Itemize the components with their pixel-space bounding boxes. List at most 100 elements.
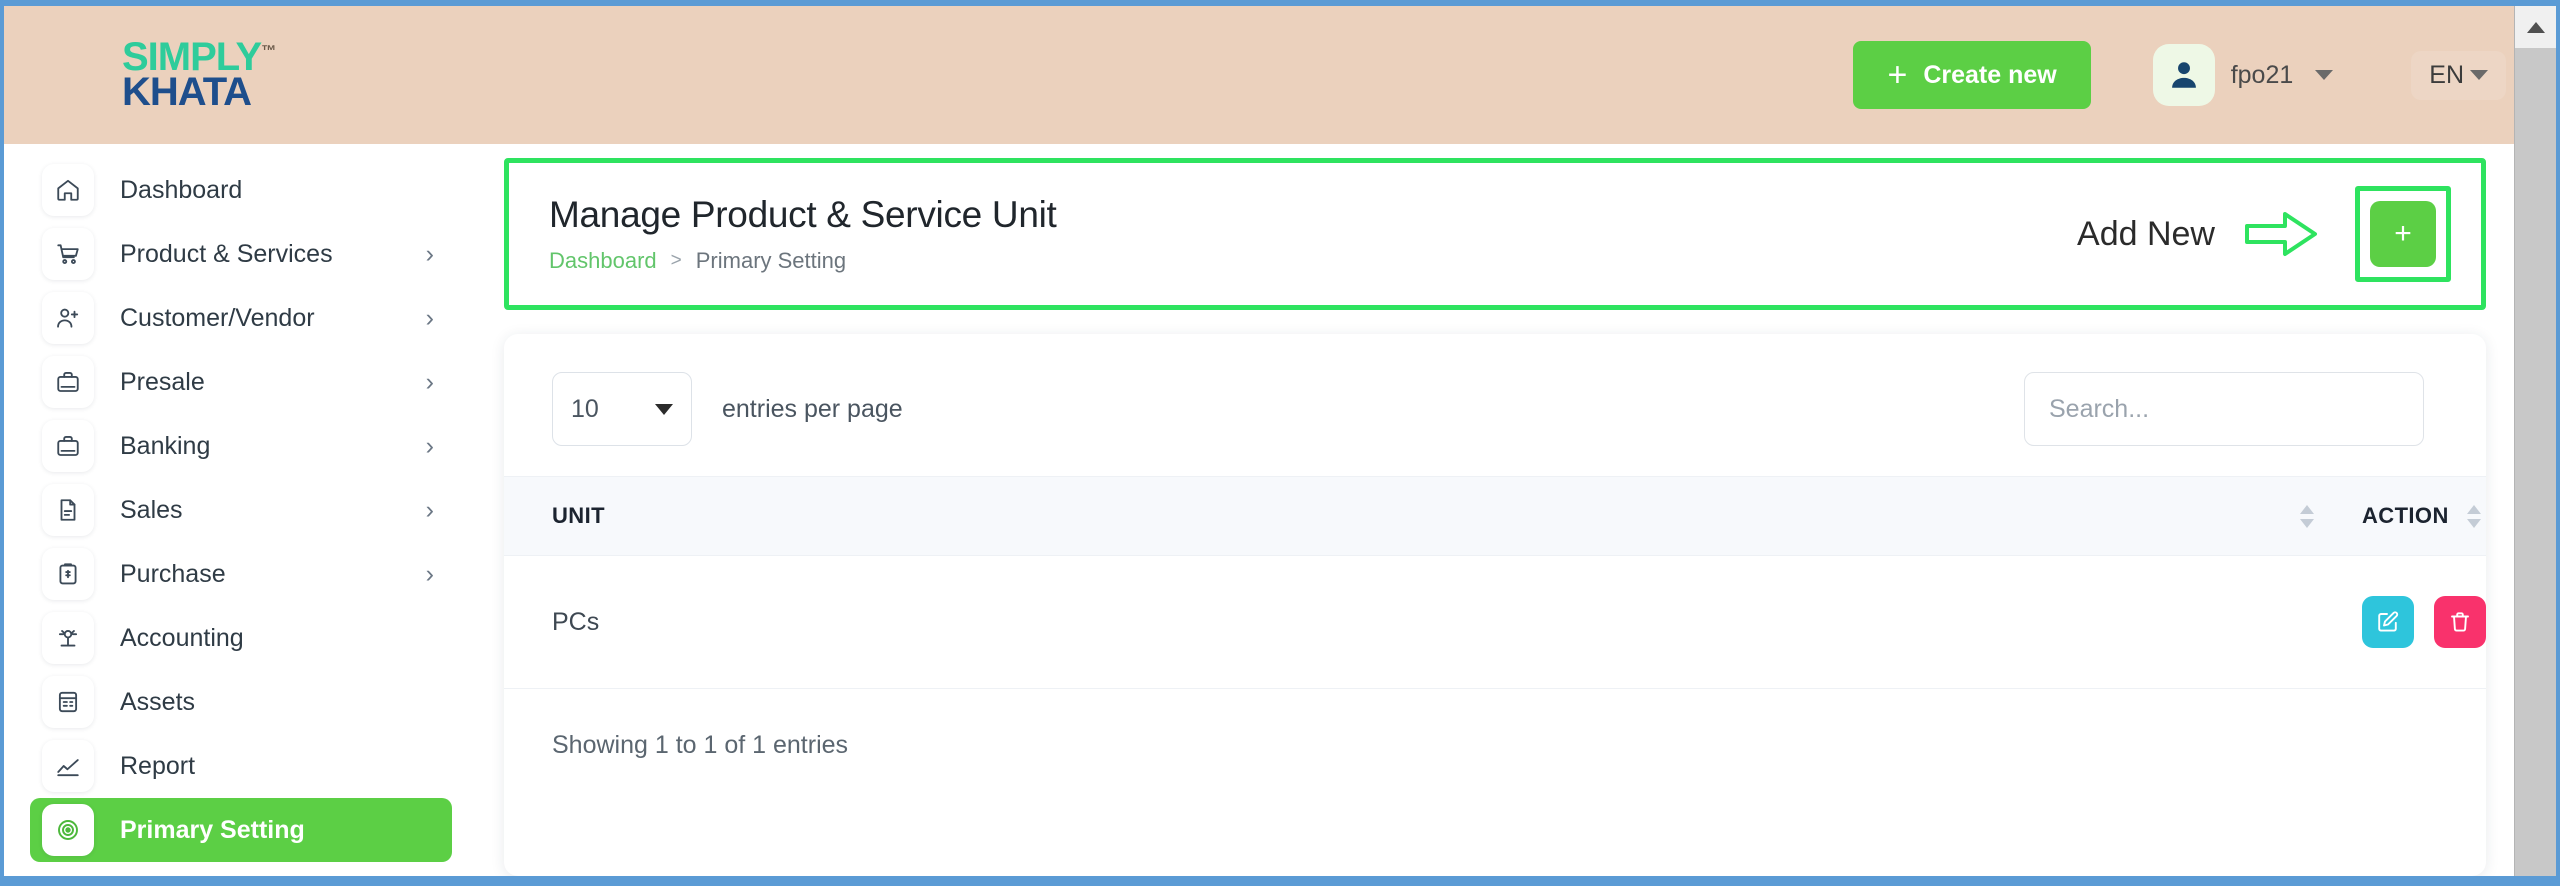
table-toolbar: 10 entries per page xyxy=(504,334,2486,476)
user-plus-icon xyxy=(42,292,94,344)
row-action-buttons xyxy=(2362,596,2486,648)
chevron-right-icon: › xyxy=(425,303,434,332)
sidebar-item-label: Presale xyxy=(120,367,205,396)
breadcrumb-separator-icon: > xyxy=(670,250,682,271)
plus-icon: + xyxy=(1887,56,1908,94)
page-header-annotation-box: Manage Product & Service Unit Dashboard … xyxy=(504,158,2486,310)
app-header: SIMPLY™ KHATA + Create new fpo21 EN xyxy=(4,6,2556,144)
entries-per-page-value: 10 xyxy=(571,394,599,423)
breadcrumb-dashboard-link[interactable]: Dashboard xyxy=(549,248,657,274)
sidebar-item-sales[interactable]: Sales › xyxy=(30,478,452,542)
column-header-action-label: ACTION xyxy=(2362,503,2449,528)
delete-row-button[interactable] xyxy=(2434,596,2486,648)
scale-icon xyxy=(42,612,94,664)
sidebar-item-dashboard[interactable]: Dashboard xyxy=(30,158,452,222)
sidebar-item-primary-setting[interactable]: Primary Setting xyxy=(30,798,452,862)
page-title: Manage Product & Service Unit xyxy=(549,194,1057,235)
entries-per-page-control: 10 entries per page xyxy=(552,372,903,446)
sidebar-item-label: Report xyxy=(120,751,196,780)
page-header-card: Manage Product & Service Unit Dashboard … xyxy=(509,163,2481,305)
chevron-right-icon: › xyxy=(425,239,434,268)
sidebar-item-accounting[interactable]: Accounting xyxy=(30,606,452,670)
sidebar-item-label: Accounting xyxy=(120,623,244,652)
cell-action xyxy=(2314,555,2486,689)
unit-table: UNIT ACTION PCs xyxy=(504,476,2486,689)
sidebar-item-customer-vendor[interactable]: Customer/Vendor › xyxy=(30,286,452,350)
brand-logo-khata: KHATA xyxy=(122,70,252,114)
chevron-right-icon: › xyxy=(425,559,434,588)
page-body: Dashboard Product & Services › Customer/… xyxy=(4,144,2556,876)
briefcase-icon xyxy=(42,420,94,472)
add-new-annotation-label: Add New xyxy=(2077,214,2215,253)
column-header-action-inner: ACTION xyxy=(2362,503,2486,529)
user-name-label: fpo21 xyxy=(2230,60,2294,89)
scroll-up-button[interactable] xyxy=(2515,6,2556,48)
page-scrollbar[interactable] xyxy=(2514,6,2556,876)
unit-table-head: UNIT ACTION xyxy=(504,476,2486,556)
cell-unit: PCs xyxy=(504,555,2314,689)
edit-icon xyxy=(2376,610,2400,634)
brand-logo-line1: SIMPLY™ xyxy=(122,37,454,77)
sidebar-item-banking[interactable]: Banking › xyxy=(30,414,452,478)
sidebar-item-product-services[interactable]: Product & Services › xyxy=(30,222,452,286)
column-header-unit[interactable]: UNIT xyxy=(504,476,2314,556)
main-content: Manage Product & Service Unit Dashboard … xyxy=(474,144,2556,876)
search-input[interactable] xyxy=(2024,372,2424,446)
sidebar-item-label: Dashboard xyxy=(120,175,243,204)
add-new-button[interactable]: + xyxy=(2370,201,2436,267)
book-icon xyxy=(42,676,94,728)
user-menu[interactable]: fpo21 xyxy=(2152,44,2334,106)
sidebar-item-label: Banking xyxy=(120,431,211,460)
column-header-unit-label: UNIT xyxy=(552,503,605,528)
table-entries-summary: Showing 1 to 1 of 1 entries xyxy=(552,731,849,759)
brand-logo[interactable]: SIMPLY™ KHATA xyxy=(4,37,454,114)
screenshot-frame: SIMPLY™ KHATA + Create new fpo21 EN Dash… xyxy=(0,0,2560,886)
delete-icon xyxy=(2448,610,2472,634)
breadcrumb-current: Primary Setting xyxy=(695,248,847,273)
chevron-right-icon: › xyxy=(425,495,434,524)
chevron-up-icon xyxy=(2526,21,2545,33)
unit-table-body: PCs xyxy=(504,555,2486,689)
sidebar-item-label: Primary Setting xyxy=(120,815,305,844)
chart-icon xyxy=(42,740,94,792)
sidebar-item-report[interactable]: Report xyxy=(30,734,452,798)
create-new-button[interactable]: + Create new xyxy=(1853,41,2091,109)
table-row: PCs xyxy=(504,555,2486,689)
browser-viewport: SIMPLY™ KHATA + Create new fpo21 EN Dash… xyxy=(4,6,2556,876)
breadcrumb: Dashboard > Primary Setting xyxy=(549,248,1057,274)
sidebar-item-purchase[interactable]: Purchase › xyxy=(30,542,452,606)
add-button-annotation-box: + xyxy=(2355,186,2451,282)
sidebar-item-label: Product & Services xyxy=(120,239,333,268)
sidebar-item-assets[interactable]: Assets xyxy=(30,670,452,734)
entries-per-page-label: entries per page xyxy=(722,394,903,423)
brand-logo-simply: SIMPLY xyxy=(122,34,262,79)
cart-icon xyxy=(42,228,94,280)
sort-arrows-icon[interactable] xyxy=(2466,504,2481,528)
column-header-action[interactable]: ACTION xyxy=(2314,476,2486,556)
clipboard-icon xyxy=(42,548,94,600)
table-header-row: UNIT ACTION xyxy=(504,476,2486,556)
sidebar-item-label: Assets xyxy=(120,687,196,716)
sort-arrows-icon[interactable] xyxy=(2300,504,2314,528)
sidebar-item-label: Customer/Vendor xyxy=(120,303,315,332)
chevron-down-icon xyxy=(655,403,673,415)
settings-icon xyxy=(42,804,94,856)
sidebar-item-label: Purchase xyxy=(120,559,226,588)
page-header-right: Add New + xyxy=(2077,186,2451,282)
page-header-left: Manage Product & Service Unit Dashboard … xyxy=(549,194,1057,274)
sidebar-item-label: Sales xyxy=(120,495,183,524)
entries-per-page-select[interactable]: 10 xyxy=(552,372,692,446)
column-header-unit-inner: UNIT xyxy=(552,503,2314,529)
edit-row-button[interactable] xyxy=(2362,596,2414,648)
language-label: EN xyxy=(2429,60,2464,89)
user-avatar-icon xyxy=(2152,44,2215,106)
chevron-down-icon xyxy=(2470,70,2488,80)
brand-trademark-icon: ™ xyxy=(261,42,276,60)
chevron-right-icon: › xyxy=(425,367,434,396)
home-icon xyxy=(42,164,94,216)
language-selector[interactable]: EN xyxy=(2411,50,2506,100)
unit-table-card: 10 entries per page U xyxy=(504,334,2486,876)
sidebar-item-presale[interactable]: Presale › xyxy=(30,350,452,414)
document-icon xyxy=(42,484,94,536)
sidebar-nav: Dashboard Product & Services › Customer/… xyxy=(4,144,474,876)
